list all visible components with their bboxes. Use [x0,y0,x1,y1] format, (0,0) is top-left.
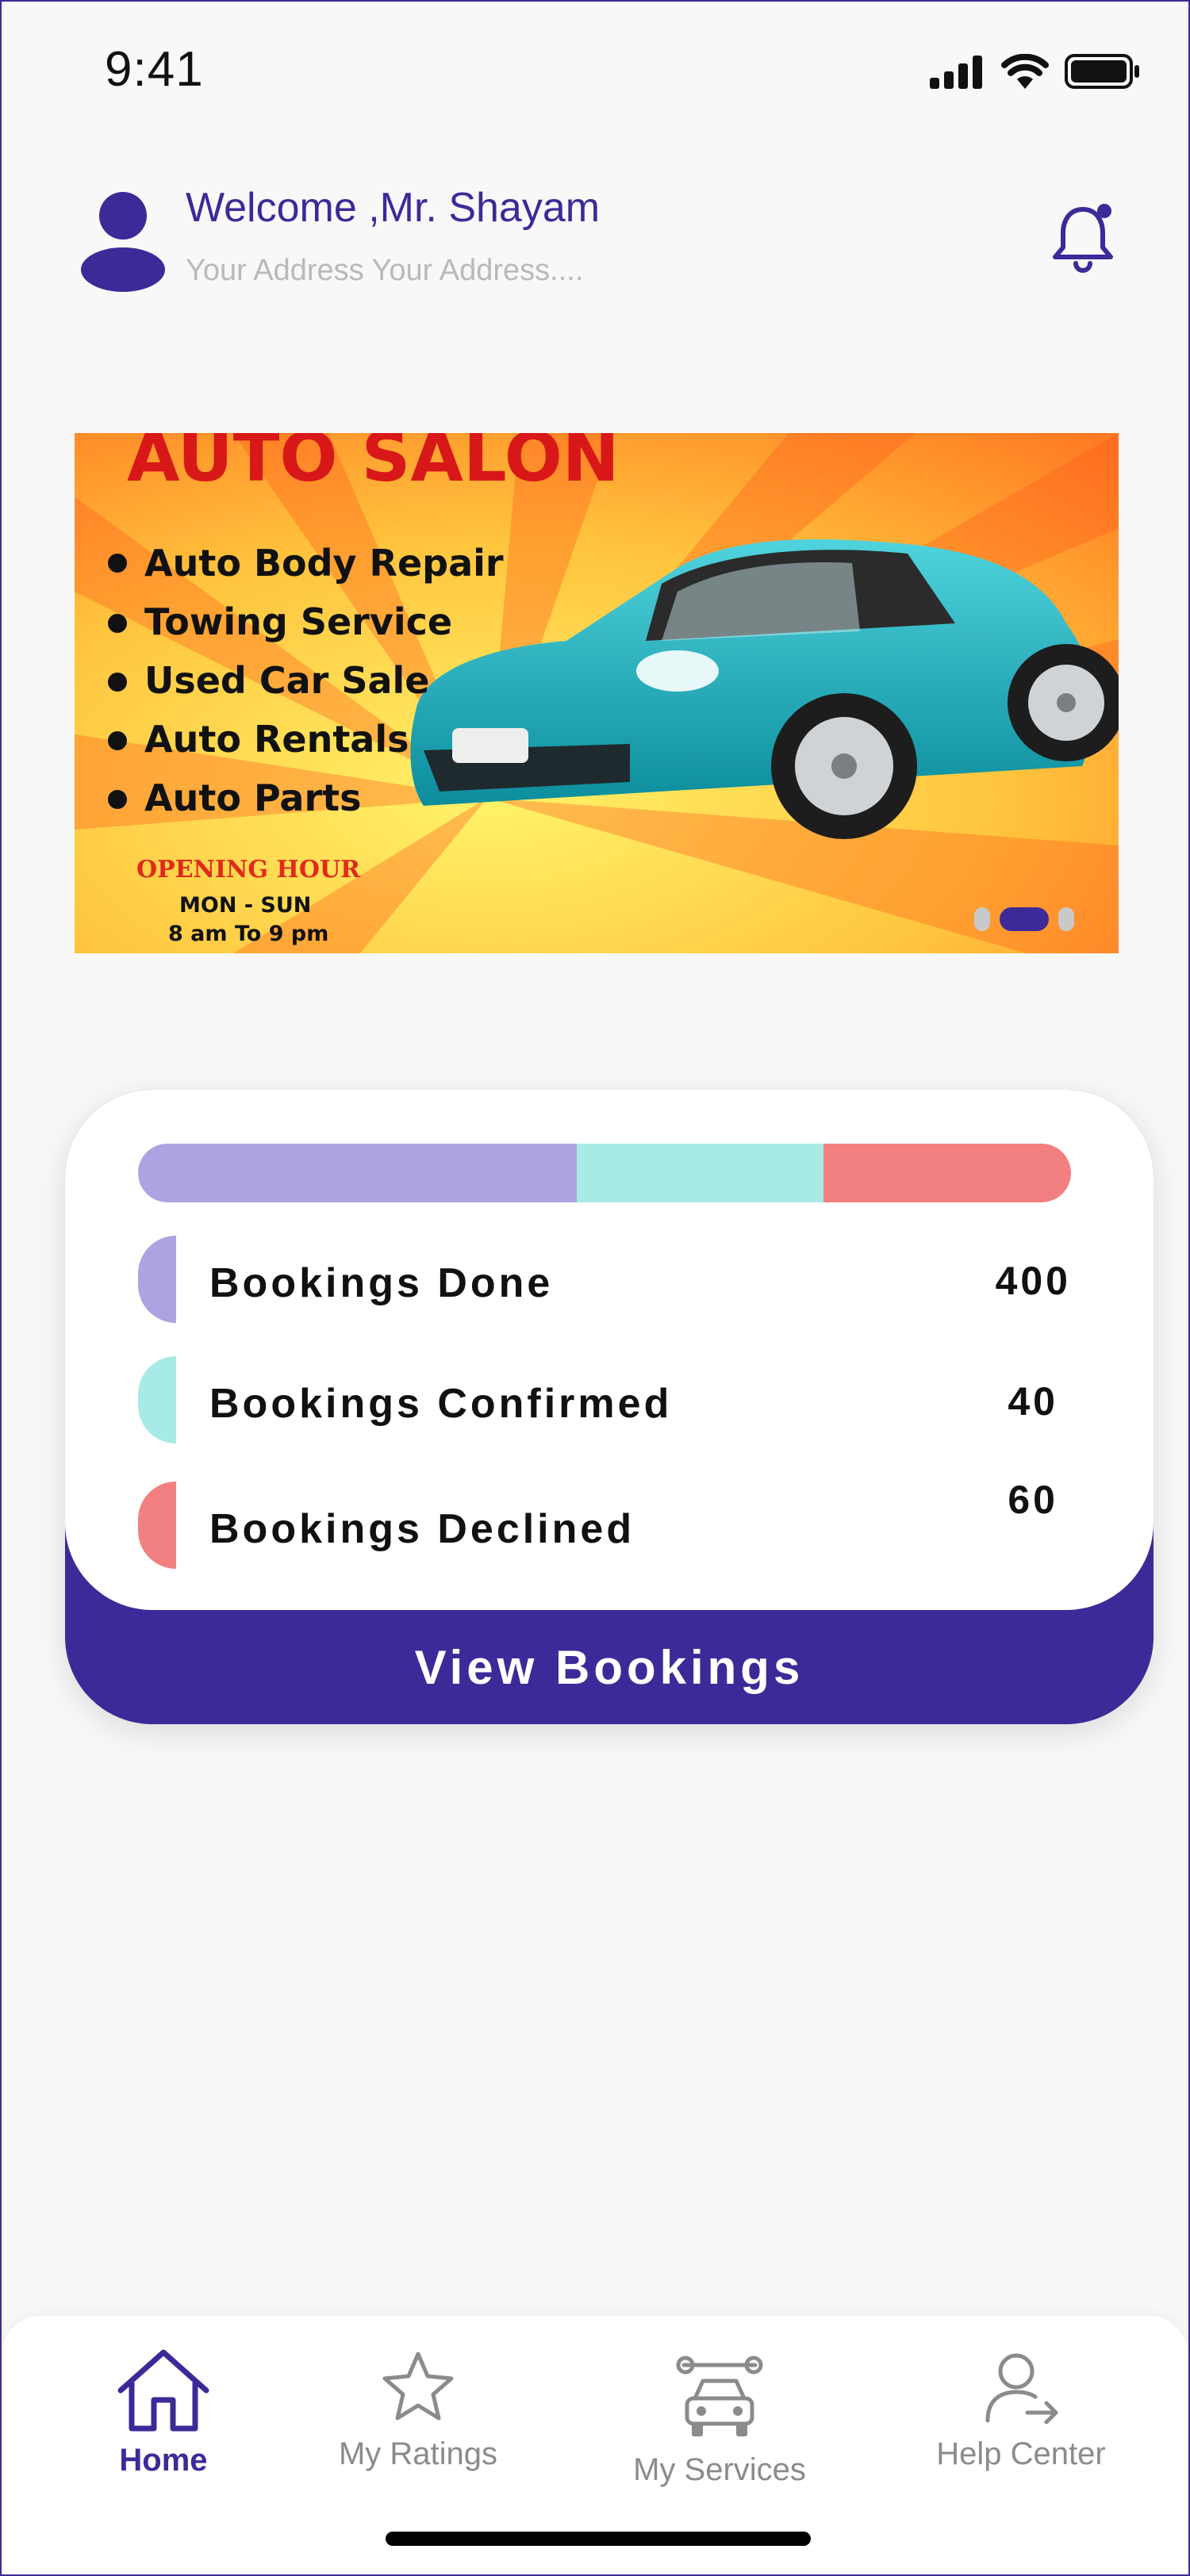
signal-icon [930,56,982,89]
stat-value: 400 [995,1259,1071,1303]
banner-service-item: Auto Body Repair [144,542,504,585]
tab-my-services[interactable]: My Services [612,2356,827,2488]
opening-hours: 8 am To 9 pm [168,922,328,946]
banner-title: AUTO SALON [127,433,620,497]
carousel-dot[interactable] [974,907,990,931]
carousel-dots[interactable] [974,907,1074,931]
carousel-dot[interactable] [1058,907,1074,931]
battery-icon [1065,54,1139,89]
tab-label: Help Center [936,2436,1106,2471]
opening-hour-title: OPENING HOUR [136,856,361,884]
banner-service-item: Auto Rentals [144,718,409,761]
stat-color-indicator [138,1482,176,1569]
bar-segment-1 [576,1144,824,1202]
help-user-icon [985,2353,1058,2425]
user-address[interactable]: Your Address Your Address.... [186,254,583,288]
tab-help-center[interactable]: Help Center [922,2348,1120,2472]
stat-color-indicator [138,1356,176,1443]
tab-label: My Services [633,2452,806,2487]
user-avatar-icon[interactable] [79,190,167,293]
banner-service-item: Auto Parts [144,776,362,819]
carousel-dot-active[interactable] [1000,907,1049,931]
stat-label: Bookings Declined [209,1506,635,1552]
promo-banner[interactable]: AUTO SALON Auto Body Repair Towing Servi… [75,433,1119,953]
stat-value: 40 [1008,1379,1058,1424]
bar-segment-0 [138,1144,577,1202]
banner-artwork: AUTO SALON Auto Body Repair Towing Servi… [75,433,1119,953]
bell-icon[interactable] [1047,201,1119,274]
stat-row-done: Bookings Done 400 [138,1236,1071,1323]
opening-days: MON - SUN [179,893,311,918]
app-screen: 9:41 Welcome ,Mr. Shayam Your Address Yo… [0,0,1190,2576]
tab-label: Home [119,2443,208,2478]
stat-row-declined: Bookings Declined 60 [138,1478,1071,1569]
car-service-icon [676,2356,763,2436]
stat-row-confirmed: Bookings Confirmed 40 [138,1356,1071,1443]
bookings-progress-bar [138,1144,1071,1202]
tab-home[interactable]: Home [102,2348,225,2478]
home-icon [117,2349,209,2432]
banner-service-item: Used Car Sale [144,659,430,702]
star-icon [382,2352,454,2421]
tab-label: My Ratings [338,2436,498,2471]
stat-color-indicator [138,1236,176,1323]
status-time: 9:41 [105,42,204,97]
home-indicator [386,2532,811,2546]
stat-label: Bookings Confirmed [209,1381,673,1427]
stat-label: Bookings Done [209,1260,554,1306]
bar-segment-2 [823,1144,1071,1202]
wifi-icon [1001,54,1049,89]
view-bookings-button[interactable]: View Bookings [65,1610,1154,1724]
tab-my-ratings[interactable]: My Ratings [319,2348,517,2472]
banner-service-item: Towing Service [144,600,452,643]
status-icons [930,54,1141,89]
welcome-text: Welcome ,Mr. Shayam [186,185,601,231]
stat-value: 60 [1008,1478,1058,1522]
